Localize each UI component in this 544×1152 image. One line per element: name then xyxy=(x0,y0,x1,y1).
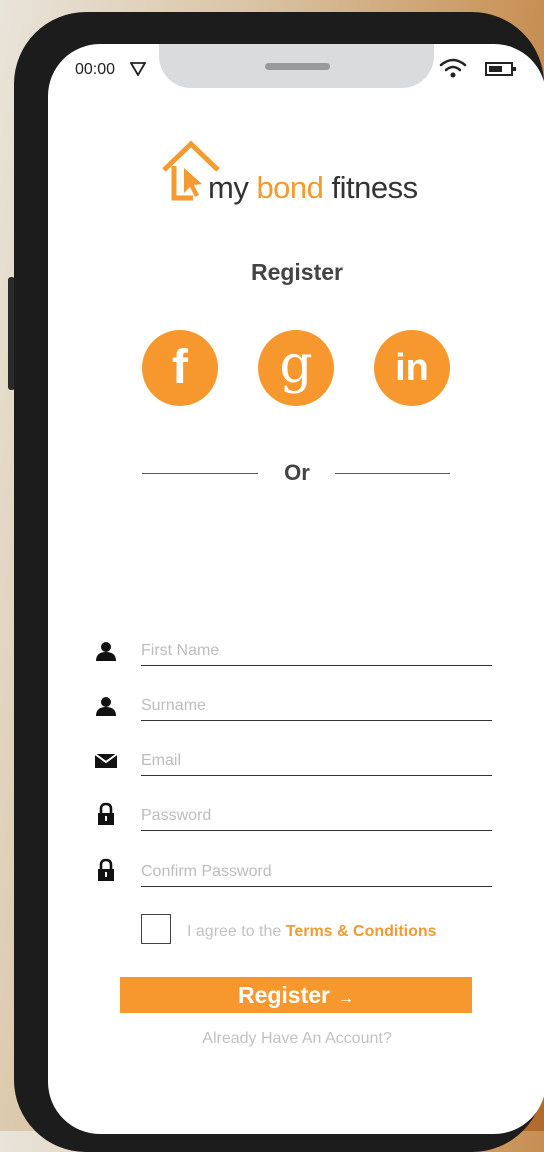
brand-logo: my bond fitness xyxy=(160,140,440,210)
arrow-right-icon: → xyxy=(338,989,355,1007)
facebook-login-button[interactable]: f xyxy=(142,330,218,406)
app-screen: 00:00 my bond fitness Register f g in Or… xyxy=(48,44,544,1134)
surname-row xyxy=(88,686,508,726)
terms-link[interactable]: Terms & Conditions xyxy=(286,923,437,940)
register-button[interactable]: Register → xyxy=(120,977,472,1013)
login-link[interactable]: Already Have An Account? xyxy=(48,1030,544,1048)
confirm-password-row xyxy=(88,852,508,892)
terms-agreement-text: I agree to the Terms & Conditions xyxy=(187,923,437,940)
divider-right xyxy=(335,473,450,474)
camera-notch xyxy=(159,44,434,88)
envelope-icon xyxy=(94,753,118,768)
linkedin-login-button[interactable]: in xyxy=(374,330,450,406)
status-time: 00:00 xyxy=(75,61,116,78)
lock-icon xyxy=(98,858,114,881)
divider-label: Or xyxy=(284,460,310,485)
password-row xyxy=(88,796,508,836)
page-title: Register xyxy=(250,259,344,285)
user-icon xyxy=(96,697,116,716)
password-field[interactable] xyxy=(141,802,492,831)
email-field[interactable] xyxy=(141,747,492,776)
email-row xyxy=(88,741,508,781)
linkedin-icon: in xyxy=(395,347,429,389)
wifi-icon xyxy=(439,58,467,83)
lock-icon xyxy=(98,802,114,825)
user-icon xyxy=(96,642,116,661)
google-login-button[interactable]: g xyxy=(258,330,334,406)
google-icon: g xyxy=(279,335,313,395)
terms-checkbox[interactable] xyxy=(141,914,171,944)
surname-field[interactable] xyxy=(141,692,492,721)
first-name-field[interactable] xyxy=(141,637,492,666)
brand-name: my bond fitness xyxy=(208,170,418,205)
facebook-icon: f xyxy=(172,341,188,394)
speaker-grille xyxy=(265,63,330,70)
first-name-row xyxy=(88,631,508,671)
battery-icon xyxy=(485,62,516,76)
signal-icon xyxy=(129,62,147,81)
phone-frame: 00:00 my bond fitness Register f g in Or… xyxy=(14,12,544,1152)
register-button-label: Register xyxy=(237,981,331,1008)
confirm-password-field[interactable] xyxy=(141,858,492,887)
